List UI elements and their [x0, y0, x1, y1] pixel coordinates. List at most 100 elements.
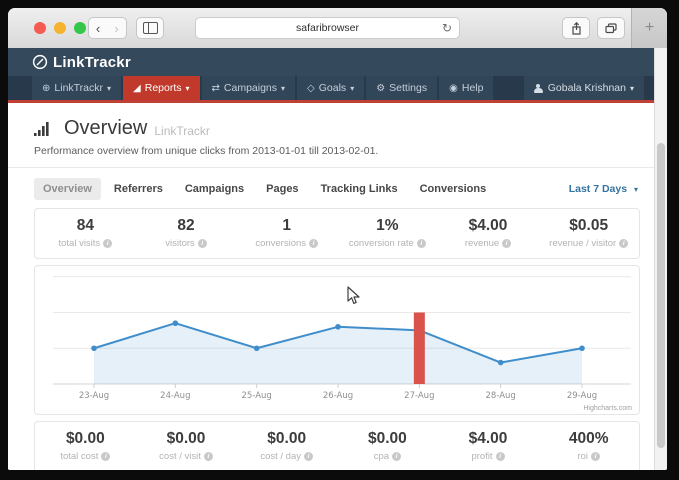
info-icon[interactable]: i [496, 452, 505, 461]
page-scrollbar[interactable] [654, 48, 667, 470]
stat-label: revenue / visitor [549, 238, 616, 249]
sidebar-icon [143, 22, 158, 34]
share-button[interactable] [562, 17, 590, 39]
webpage: LinkTrackr ⊕LinkTrackr▾◢Reports▾⇄Campaig… [8, 48, 654, 470]
scrollbar-thumb[interactable] [657, 143, 665, 448]
tabs-icon [605, 23, 617, 34]
caret-down-icon: ▾ [281, 84, 285, 93]
user-menu[interactable]: Gobala Krishnan ▾ [524, 76, 644, 100]
mouse-cursor [347, 286, 360, 305]
stat-revenue-visitor: $0.05 revenue / visitori [538, 209, 639, 258]
info-icon[interactable]: i [591, 452, 600, 461]
back-icon: ‹ [96, 21, 100, 36]
nav-item-label: Goals [319, 82, 346, 94]
stat-label: roi [577, 451, 588, 462]
caret-down-icon: ▾ [350, 84, 354, 93]
stats-row-top: 84total visitsi82visitorsi1conversionsi1… [34, 208, 640, 259]
stat-value: $0.05 [538, 217, 639, 235]
stat-total-visits: 84total visitsi [35, 209, 136, 258]
sidebar-toggle-button[interactable] [136, 17, 164, 39]
x-axis-label: 29-Aug [567, 391, 597, 401]
date-range-selector[interactable]: Last 7 Days ▾ [569, 183, 638, 195]
address-bar[interactable]: safaribrowser ↻ [195, 17, 460, 39]
close-window-button[interactable] [34, 22, 46, 34]
info-icon[interactable]: i [309, 239, 318, 248]
x-axis-label: 27-Aug [404, 391, 434, 401]
data-point [498, 360, 504, 366]
info-icon[interactable]: i [204, 452, 213, 461]
page-subtitle: Performance overview from unique clicks … [34, 145, 638, 157]
chart-credits: Highcharts.com [583, 405, 632, 412]
stat-cost-visit: $0.00cost / visiti [136, 422, 237, 470]
browser-titlebar: ‹ › safaribrowser ↻ + [8, 8, 667, 49]
nav-item-campaigns[interactable]: ⇄Campaigns▾ [202, 76, 296, 100]
stat-value: $0.00 [337, 430, 438, 448]
linktrackr-logo[interactable]: LinkTrackr [32, 54, 131, 71]
tab-campaigns[interactable]: Campaigns [176, 178, 253, 200]
chart-icon: ◢ [133, 83, 141, 94]
x-axis-label: 25-Aug [242, 391, 272, 401]
link-icon [32, 54, 48, 70]
wrench-icon: ⚙ [376, 83, 385, 94]
data-point [173, 320, 179, 326]
zoom-window-button[interactable] [74, 22, 86, 34]
info-icon[interactable]: i [417, 239, 426, 248]
nav-item-linktrackr[interactable]: ⊕LinkTrackr▾ [32, 76, 121, 100]
user-name: Gobala Krishnan [548, 82, 626, 94]
globe-icon: ⊕ [42, 83, 50, 94]
info-icon[interactable]: i [304, 452, 313, 461]
stat-visitors: 82visitorsi [136, 209, 237, 258]
info-icon[interactable]: i [619, 239, 628, 248]
nav-item-reports[interactable]: ◢Reports▾ [123, 76, 199, 100]
page-title: Overview [64, 117, 147, 140]
page-title-suffix: LinkTrackr [154, 120, 210, 138]
nav-item-settings[interactable]: ⚙Settings [366, 76, 437, 100]
x-axis-label: 26-Aug [323, 391, 353, 401]
overview-chart[interactable]: 23-Aug24-Aug25-Aug26-Aug27-Aug28-Aug29-A… [35, 266, 639, 414]
tab-pages[interactable]: Pages [257, 178, 307, 200]
caret-down-icon: ▾ [630, 84, 634, 93]
person-icon [534, 84, 543, 93]
browser-window: ‹ › safaribrowser ↻ + [8, 8, 667, 470]
window-controls [34, 22, 86, 34]
plus-icon: + [645, 19, 654, 37]
info-icon[interactable]: i [502, 239, 511, 248]
tab-overview-button[interactable] [597, 17, 625, 39]
stat-label: total visits [58, 238, 100, 249]
stat-value: $0.00 [136, 430, 237, 448]
info-icon[interactable]: i [101, 452, 110, 461]
data-point [579, 345, 585, 351]
info-icon[interactable]: i [392, 452, 401, 461]
nav-item-goals[interactable]: ◇Goals▾ [297, 76, 364, 100]
tab-conversions[interactable]: Conversions [411, 178, 496, 200]
stats-row-bottom: $0.00total costi$0.00cost / visiti$0.00c… [34, 421, 640, 470]
reload-icon[interactable]: ↻ [442, 21, 452, 35]
tab-referrers[interactable]: Referrers [105, 178, 172, 200]
tab-tracking-links[interactable]: Tracking Links [312, 178, 407, 200]
date-range-label: Last 7 Days [569, 183, 627, 195]
info-icon[interactable]: i [198, 239, 207, 248]
logo-text: LinkTrackr [53, 54, 131, 71]
chart-card: 23-Aug24-Aug25-Aug26-Aug27-Aug28-Aug29-A… [34, 265, 640, 415]
data-point [335, 324, 341, 330]
tab-overview[interactable]: Overview [34, 178, 101, 200]
stat-roi: 400%roii [538, 422, 639, 470]
back-button[interactable]: ‹ [88, 17, 108, 39]
forward-button[interactable]: › [107, 17, 127, 39]
nav-item-help[interactable]: ◉Help [439, 76, 493, 100]
stat-value: 1% [337, 217, 438, 235]
stat-value: $0.00 [236, 430, 337, 448]
app-header: LinkTrackr [8, 48, 654, 76]
info-icon[interactable]: i [103, 239, 112, 248]
stat-label: profit [471, 451, 492, 462]
new-tab-button[interactable]: + [631, 8, 667, 48]
stat-label: revenue [465, 238, 499, 249]
nav-item-label: Reports [145, 82, 182, 94]
stat-revenue: $4.00 revenuei [438, 209, 539, 258]
address-text: safaribrowser [296, 22, 359, 34]
stat-cost-day: $0.00cost / dayi [236, 422, 337, 470]
stat-value: $4.00 [438, 217, 539, 235]
stat-value: $0.00 [35, 430, 136, 448]
forward-icon: › [114, 21, 118, 36]
minimize-window-button[interactable] [54, 22, 66, 34]
